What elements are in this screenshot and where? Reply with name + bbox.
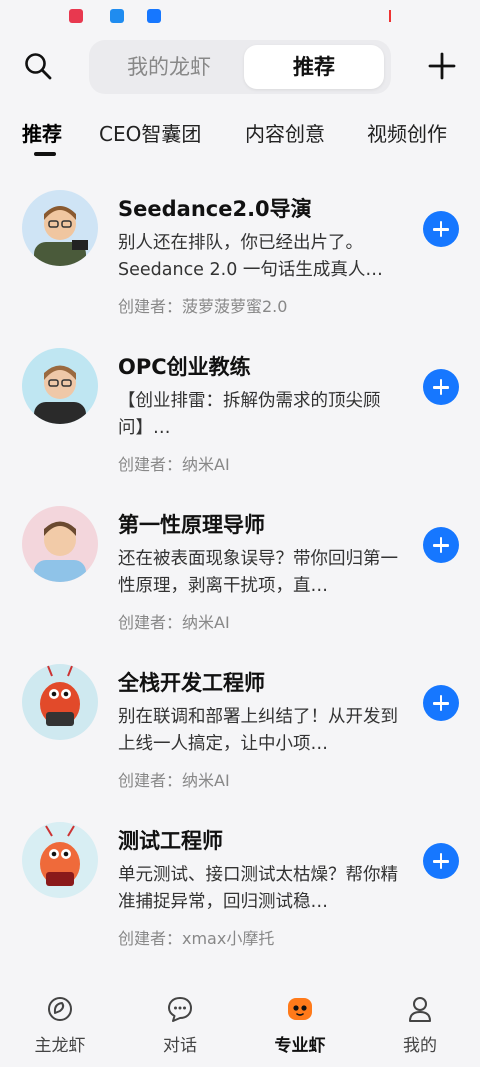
agent-description: 别在联调和部署上纠结了！从开发到上线一人搞定，让中小项… (118, 707, 398, 754)
list-item[interactable]: 测试工程师 单元测试、接口测试太枯燥？帮你精准捕捉异常，回归测试稳… 创建者：x… (0, 807, 480, 965)
top-bar: 我的龙虾 推荐 (0, 36, 480, 96)
bottom-tab-bar: 主龙虾 对话 专业虾 我的 (0, 985, 480, 1067)
agent-creator: 创建者：纳米AI (118, 613, 230, 632)
add-agent-button[interactable] (423, 685, 459, 721)
agent-creator: 创建者：菠萝菠萝蜜2.0 (118, 297, 288, 316)
avatar (22, 664, 98, 740)
tab-main-shrimp[interactable]: 主龙虾 (0, 985, 120, 1067)
tab-label: 我的 (403, 1036, 437, 1056)
category-tab-content[interactable]: 内容创意 (245, 118, 325, 147)
list-item[interactable]: Seedance2.0导演 别人还在排队，你已经出片了。Seedance 2.0… (0, 175, 480, 333)
tab-label: 主龙虾 (34, 1036, 86, 1056)
add-agent-button[interactable] (423, 211, 459, 247)
category-tab-video[interactable]: 视频创作 (367, 118, 447, 147)
app-notification-icon (147, 9, 161, 23)
list-item[interactable]: 第一性原理导师 还在被表面现象误导？带你回归第一性原理，剥离干扰项，直… 创建者… (0, 491, 480, 649)
add-agent-button[interactable] (423, 369, 459, 405)
avatar (22, 190, 98, 266)
tab-recommend[interactable]: 推荐 (244, 45, 384, 89)
agent-title: 全栈开发工程师 (118, 671, 265, 695)
category-tab-ceo[interactable]: CEO智囊团 (99, 118, 201, 147)
tab-mine[interactable]: 我的 (360, 985, 480, 1067)
avatar (22, 506, 98, 582)
chat-bubble-icon (168, 997, 192, 1022)
tab-chat[interactable]: 对话 (120, 985, 240, 1067)
tab-pro-shrimp[interactable]: 专业虾 (240, 985, 360, 1067)
avatar (22, 348, 98, 424)
agent-creator: 创建者：纳米AI (118, 455, 230, 474)
agent-title: OPC创业教练 (118, 355, 251, 379)
agent-description: 单元测试、接口测试太枯燥？帮你精准捕捉异常，回归测试稳… (118, 865, 398, 912)
tab-label: 对话 (163, 1036, 197, 1056)
app-notification-icon (69, 9, 83, 23)
agent-title: 第一性原理导师 (118, 513, 265, 537)
agent-title: 测试工程师 (118, 829, 223, 853)
category-tab-recommend[interactable]: 推荐 (22, 118, 62, 147)
status-indicator (389, 10, 391, 22)
avatar (22, 822, 98, 898)
agent-title: Seedance2.0导演 (118, 197, 312, 221)
add-agent-button[interactable] (423, 843, 459, 879)
shrimp-outline-icon (48, 997, 72, 1021)
person-icon (409, 997, 431, 1022)
agent-description: 【创业排雷：拆解伪需求的顶尖顾问】… (118, 391, 381, 438)
agent-creator: 创建者：纳米AI (118, 771, 230, 790)
tab-my-shrimp[interactable]: 我的龙虾 (99, 45, 239, 89)
add-agent-button[interactable] (423, 527, 459, 563)
segment-control: 我的龙虾 推荐 (89, 40, 391, 94)
pro-shrimp-icon (288, 998, 312, 1020)
status-bar (0, 0, 480, 32)
agent-description: 别人还在排队，你已经出片了。Seedance 2.0 一句话生成真人… (118, 233, 383, 280)
agent-description: 还在被表面现象误导？带你回归第一性原理，剥离干扰项，直… (118, 549, 398, 596)
category-tabs: 推荐 CEO智囊团 内容创意 视频创作 (0, 112, 480, 162)
agent-creator: 创建者：xmax小摩托 (118, 929, 275, 948)
tab-label: 专业虾 (274, 1036, 326, 1056)
add-icon[interactable] (425, 49, 459, 83)
list-item[interactable]: OPC创业教练 【创业排雷：拆解伪需求的顶尖顾问】… 创建者：纳米AI (0, 333, 480, 491)
active-tab-indicator (34, 152, 56, 156)
list-item[interactable]: 全栈开发工程师 别在联调和部署上纠结了！从开发到上线一人搞定，让中小项… 创建者… (0, 649, 480, 807)
search-icon[interactable] (22, 50, 54, 82)
app-notification-icon (110, 9, 124, 23)
